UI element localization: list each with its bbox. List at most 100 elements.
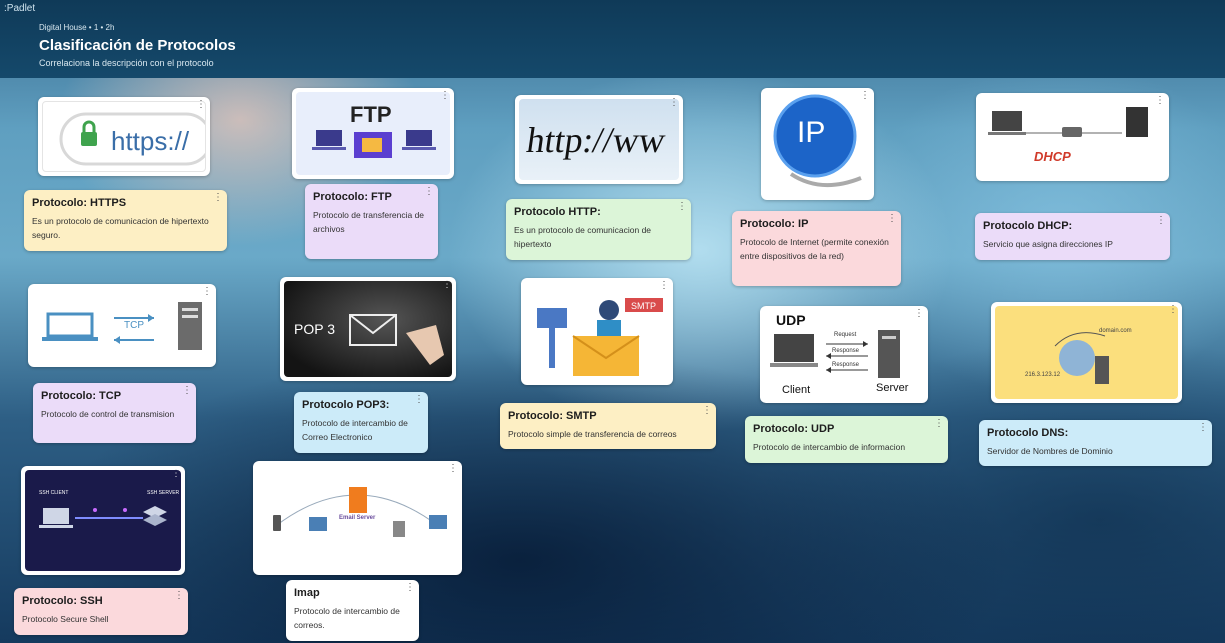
https-text: https:// (111, 126, 190, 156)
post-menu-icon[interactable]: ⋮ (182, 386, 192, 396)
post-title: Protocolo DNS: (987, 427, 1069, 439)
post-body: Protocolo de control de transmision (41, 409, 175, 419)
dns-domain-label: domain.com (1099, 328, 1132, 334)
post-menu-icon[interactable]: ⋮ (934, 419, 944, 429)
envelope-icon (349, 314, 397, 346)
post-body: Protocolo Secure Shell (22, 614, 109, 624)
tcp-label: TCP (124, 320, 144, 331)
tcp-image-post[interactable]: TCP ⋮ (28, 284, 216, 367)
post-menu-icon[interactable]: ⋮ (202, 287, 212, 297)
post-body: Protocolo de transferencia de archivos (313, 210, 425, 234)
ftp-image-post[interactable]: FTP ⋮ (292, 88, 454, 179)
post-dhcp[interactable]: Protocolo DHCP: Servicio que asigna dire… (975, 213, 1170, 260)
post-menu-icon[interactable]: ⋮ (414, 395, 424, 405)
laptop-icon (988, 111, 1026, 135)
tcp-illustration (42, 302, 202, 350)
post-title: Protocolo: IP (740, 218, 809, 230)
post-pop3[interactable]: Protocolo POP3: Protocolo de intercambio… (294, 392, 428, 453)
post-menu-icon[interactable]: ⋮ (1155, 96, 1165, 106)
smtp-image-post[interactable]: SMTP ⋮ (521, 278, 673, 385)
mailbox-icon (537, 308, 567, 368)
post-title: Protocolo: TCP (41, 390, 122, 402)
post-menu-icon[interactable]: ⋮ (659, 281, 669, 291)
post-smtp[interactable]: Protocolo: SMTP Protocolo simple de tran… (500, 403, 716, 449)
post-body: Protocolo de intercambio de Correo Elect… (302, 418, 408, 442)
post-title: Protocolo POP3: (302, 399, 390, 411)
post-menu-icon[interactable]: ⋮ (442, 280, 452, 290)
post-menu-icon[interactable]: ⋮ (669, 98, 679, 108)
laptop-icon (42, 312, 98, 341)
post-body: Protocolo de intercambio de correos. (294, 606, 400, 630)
post-ssh[interactable]: Protocolo: SSH Protocolo Secure Shell ⋮ (14, 588, 188, 635)
padlet-logo[interactable]: :Padlet (4, 3, 35, 14)
post-title: Protocolo: HTTPS (32, 197, 127, 209)
post-ftp[interactable]: Protocolo: FTP Protocolo de transferenci… (305, 184, 438, 259)
post-title: Protocolo: FTP (313, 191, 392, 203)
post-udp[interactable]: Protocolo: UDP Protocolo de intercambio … (745, 416, 948, 463)
board-title: Clasificación de Protocolos (39, 37, 236, 54)
imap-image-post[interactable]: Email Server ⋮ (253, 461, 462, 575)
router-icon (1062, 127, 1082, 137)
board-subtitle: Correlaciona la descripción con el proto… (39, 58, 214, 68)
server-icon (1126, 107, 1148, 137)
post-menu-icon[interactable]: ⋮ (1156, 216, 1166, 226)
post-body: Servicio que asigna direcciones IP (983, 239, 1113, 249)
ssh-illustration (39, 506, 167, 528)
http-image-post[interactable]: http://ww ⋮ (515, 95, 683, 184)
post-body: Protocolo simple de transferencia de cor… (508, 429, 677, 439)
server-icon (878, 330, 900, 378)
pop3-image-post[interactable]: POP 3 ⋮ (280, 277, 456, 381)
ftp-label: FTP (350, 102, 392, 127)
laptop-icon (770, 334, 818, 367)
post-menu-icon[interactable]: ⋮ (914, 309, 924, 319)
dhcp-illustration (988, 107, 1148, 137)
ssh-image-post[interactable]: SSH CLIENT SSH SERVER ⋮ (21, 466, 185, 575)
post-imap[interactable]: Imap Protocolo de intercambio de correos… (286, 580, 419, 641)
post-menu-icon[interactable]: ⋮ (424, 187, 434, 197)
post-body: Servidor de Nombres de Dominio (987, 446, 1113, 456)
post-menu-icon[interactable]: ⋮ (448, 464, 458, 474)
smtp-label: SMTP (631, 301, 657, 311)
post-menu-icon[interactable]: ⋮ (171, 469, 181, 479)
http-url-text: http://ww (524, 120, 668, 160)
dns-image-post[interactable]: domain.com 216.3.123.12 ⋮ (991, 302, 1182, 403)
post-body: Es un protocolo de comunicacion de hiper… (32, 216, 209, 240)
dns-ip-label: 216.3.123.12 (1025, 372, 1061, 378)
https-image-post[interactable]: https:// ⋮ (38, 97, 210, 176)
post-https[interactable]: Protocolo: HTTPS Es un protocolo de comu… (24, 190, 227, 251)
ssh-client-label: SSH CLIENT (39, 490, 69, 496)
post-menu-icon[interactable]: ⋮ (405, 583, 415, 593)
post-menu-icon[interactable]: ⋮ (174, 591, 184, 601)
post-menu-icon[interactable]: ⋮ (860, 91, 870, 101)
post-menu-icon[interactable]: ⋮ (887, 214, 897, 224)
udp-request-label: Request (834, 332, 857, 338)
post-menu-icon[interactable]: ⋮ (702, 406, 712, 416)
server-icon (349, 487, 367, 513)
server-icon (1095, 356, 1109, 384)
imap-server-label: Email Server (339, 515, 376, 521)
post-tcp[interactable]: Protocolo: TCP Protocolo de control de t… (33, 383, 196, 443)
ip-label: IP (797, 116, 826, 149)
post-http[interactable]: Protocolo HTTP: Es un protocolo de comun… (506, 199, 691, 260)
post-body: Es un protocolo de comunicacion de hiper… (514, 225, 652, 249)
post-menu-icon[interactable]: ⋮ (440, 91, 450, 101)
ssh-server-label: SSH SERVER (147, 490, 180, 496)
post-menu-icon[interactable]: ⋮ (1168, 305, 1178, 315)
post-menu-icon[interactable]: ⋮ (213, 193, 223, 203)
dhcp-image-post[interactable]: DHCP ⋮ (976, 93, 1169, 181)
udp-client-label: Client (782, 384, 811, 396)
post-title: Protocolo HTTP: (514, 206, 601, 218)
board-meta: Digital House • 1 • 2h (39, 23, 115, 32)
udp-image-post[interactable]: UDP Request Response Response Client Ser… (760, 306, 928, 403)
post-menu-icon[interactable]: ⋮ (196, 100, 206, 110)
post-menu-icon[interactable]: ⋮ (1198, 423, 1208, 433)
server-icon (143, 506, 167, 526)
post-ip[interactable]: Protocolo: IP Protocolo de Internet (per… (732, 211, 901, 286)
post-menu-icon[interactable]: ⋮ (677, 202, 687, 212)
post-body: Protocolo de Internet (permite conexión … (740, 237, 889, 261)
post-dns[interactable]: Protocolo DNS: Servidor de Nombres de Do… (979, 420, 1212, 466)
post-title: Protocolo: UDP (753, 423, 835, 435)
ip-image-post[interactable]: IP ⋮ (761, 88, 874, 200)
globe-icon (1059, 340, 1095, 376)
laptop-icon (402, 130, 436, 150)
